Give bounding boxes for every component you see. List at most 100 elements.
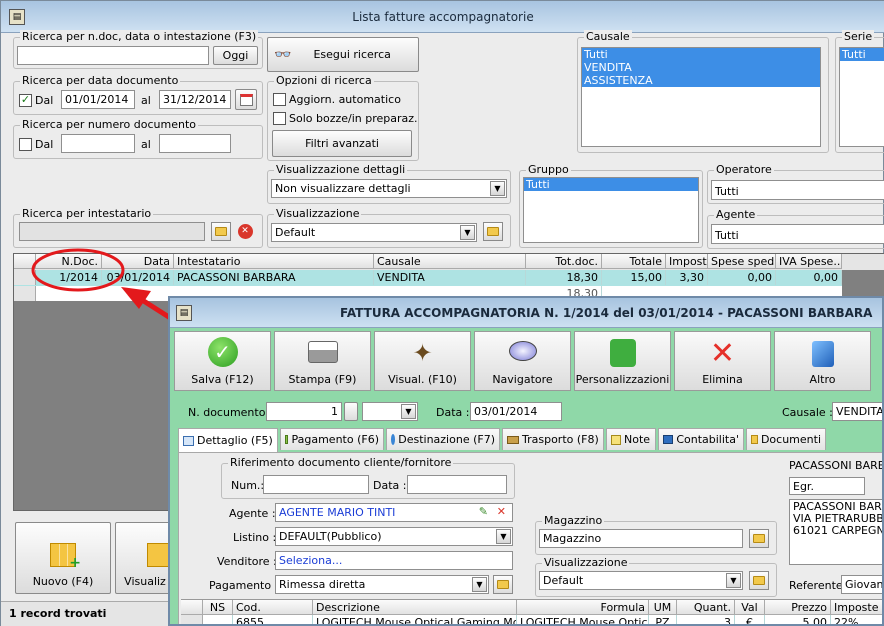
customize-button[interactable]: Personalizzazioni: [574, 331, 671, 391]
customer-greeting-input[interactable]: Egr.: [789, 477, 865, 495]
rif-data-label: Data :: [373, 479, 407, 492]
agent-label: Agente :: [229, 507, 276, 520]
items-grid-row[interactable]: 6855 LOGITECH Mouse Optical Gaming Mou..…: [181, 615, 882, 624]
tab-label: Trasporto (F8): [522, 433, 599, 446]
ndoc-input[interactable]: 1: [266, 402, 342, 421]
more-icon: [811, 341, 834, 367]
clear-icon[interactable]: ✕: [497, 505, 506, 518]
tab-label: Documenti: [760, 433, 821, 446]
tab-destinazione[interactable]: Destinazione (F7): [386, 428, 500, 450]
rif-label: Riferimento documento cliente/fornitore: [228, 456, 454, 469]
column-header[interactable]: Imposte: [831, 600, 882, 615]
view-record-button[interactable]: Visualiz: [115, 522, 175, 594]
rif-data-input[interactable]: [407, 475, 507, 494]
causale-input[interactable]: VENDITA: [832, 402, 882, 421]
customer-name: PACASSONI BARBA: [789, 459, 884, 472]
column-header[interactable]: NS: [203, 600, 233, 615]
folder-icon: [753, 576, 765, 585]
plus-icon: +: [69, 555, 81, 571]
visualizzazione-select[interactable]: Default ▼: [539, 571, 743, 590]
save-button[interactable]: ✓ Salva (F12): [174, 331, 271, 391]
status-text: 1 record trovati: [9, 607, 107, 620]
delete-button[interactable]: ✕ Elimina: [674, 331, 771, 391]
tab-documenti[interactable]: Documenti: [746, 428, 826, 450]
ndoc-label: N. documento :: [188, 406, 273, 419]
folder-icon: [753, 534, 765, 543]
visualizzazione-folder-button[interactable]: [749, 571, 769, 590]
customize-label: Personalizzazioni: [575, 373, 670, 386]
referente-input[interactable]: Giovann: [841, 575, 882, 594]
chevron-down-icon[interactable]: ▼: [472, 577, 487, 592]
annotation-ellipse: [31, 248, 125, 292]
more-button[interactable]: Altro: [774, 331, 871, 391]
view-record-label: Visualiz: [124, 575, 166, 588]
customer-address-box[interactable]: PACASSONI BARBA VIA PIETRARUBBIA 61021 C…: [789, 499, 884, 565]
grid-icon: [183, 435, 194, 446]
rif-num-input[interactable]: [263, 475, 369, 494]
save-label: Salva (F12): [191, 373, 254, 386]
cell-tax: 22%: [831, 615, 882, 624]
data-label: Data :: [436, 406, 470, 419]
tab-label: Dettaglio (F5): [197, 434, 273, 447]
tab-trasporto[interactable]: Trasporto (F8): [502, 428, 604, 450]
chevron-down-icon[interactable]: ▼: [726, 573, 741, 588]
column-header[interactable]: Descrizione: [313, 600, 517, 615]
tab-pagamento[interactable]: Pagamento (F6): [280, 428, 384, 450]
pencil-icon[interactable]: ✎: [479, 505, 488, 518]
tab-label: Note: [624, 433, 651, 446]
column-header[interactable]: Cod.: [233, 600, 313, 615]
column-header[interactable]: Prezzo: [765, 600, 831, 615]
visual-label: Visual. (F10): [388, 373, 457, 386]
tab-body: Riferimento documento cliente/fornitore …: [178, 452, 884, 624]
magazzino-folder-button[interactable]: [749, 529, 769, 548]
navigator-button[interactable]: Navigatore: [474, 331, 571, 391]
tab-contabilita[interactable]: Contabilita': [658, 428, 744, 450]
venditore-input[interactable]: Seleziona...: [275, 551, 513, 570]
pagamento-folder-button[interactable]: [493, 575, 513, 594]
row-selector[interactable]: [181, 615, 203, 624]
tab-note[interactable]: Note: [606, 428, 656, 450]
listino-value: DEFAULT(Pubblico): [279, 530, 382, 543]
column-header[interactable]: Val: [735, 600, 765, 615]
tab-label: Contabilita': [676, 433, 739, 446]
rif-num-label: Num.:: [231, 479, 265, 492]
listino-select[interactable]: DEFAULT(Pubblico) ▼: [275, 527, 513, 546]
visual-button[interactable]: ✦ Visual. (F10): [374, 331, 471, 391]
serie-select[interactable]: ▼: [362, 402, 418, 421]
cell-price: 5,00: [765, 615, 831, 624]
listino-label: Listino :: [233, 531, 277, 544]
items-grid: NS Cod. Descrizione Formula UM Quant. Va…: [181, 599, 882, 624]
printer-icon: [307, 341, 338, 363]
chevron-down-icon[interactable]: ▼: [496, 529, 511, 544]
more-label: Altro: [809, 373, 836, 386]
print-label: Stampa (F9): [288, 373, 357, 386]
tab-dettaglio[interactable]: Dettaglio (F5): [178, 428, 278, 452]
navigator-label: Navigatore: [492, 373, 553, 386]
venditore-label: Venditore :: [217, 555, 277, 568]
cell-currency: €: [735, 615, 765, 624]
agent-input[interactable]: AGENTE MARIO TINTI ✎ ✕: [275, 503, 513, 522]
visualizzazione-label: Visualizzazione: [542, 556, 630, 569]
cell-quantity: 3: [677, 615, 735, 624]
date-input[interactable]: 03/01/2014: [470, 402, 562, 421]
pagamento-select[interactable]: Rimessa diretta ▼: [275, 575, 489, 594]
print-button[interactable]: Stampa (F9): [274, 331, 371, 391]
document-window: ▤ FATTURA ACCOMPAGNATORIA N. 1/2014 del …: [168, 296, 884, 626]
folder-icon: [497, 580, 509, 589]
column-header[interactable]: UM: [649, 600, 677, 615]
pagamento-value: Rimessa diretta: [279, 578, 366, 591]
doc-toolbar: ✓ Salva (F12) Stampa (F9) ✦ Visual. (F10…: [174, 331, 882, 391]
doc-title: FATTURA ACCOMPAGNATORIA N. 1/2014 del 03…: [340, 306, 873, 320]
visualizzazione-value: Default: [543, 574, 584, 587]
address-line: 61021 CARPEGNA (: [793, 524, 884, 537]
magazzino-input[interactable]: Magazzino: [539, 529, 743, 548]
doc-tabs: Dettaglio (F5) Pagamento (F6) Destinazio…: [178, 428, 882, 452]
ndoc-spin[interactable]: [344, 402, 358, 421]
new-button[interactable]: + Nuovo (F4): [15, 522, 111, 594]
chevron-down-icon[interactable]: ▼: [401, 404, 416, 419]
column-header[interactable]: Quant.: [677, 600, 735, 615]
doc-app-icon: ▤: [176, 305, 192, 321]
cell-um: PZ: [649, 615, 677, 624]
column-header[interactable]: Formula: [517, 600, 649, 615]
pagamento-label: Pagamento :: [209, 579, 279, 592]
